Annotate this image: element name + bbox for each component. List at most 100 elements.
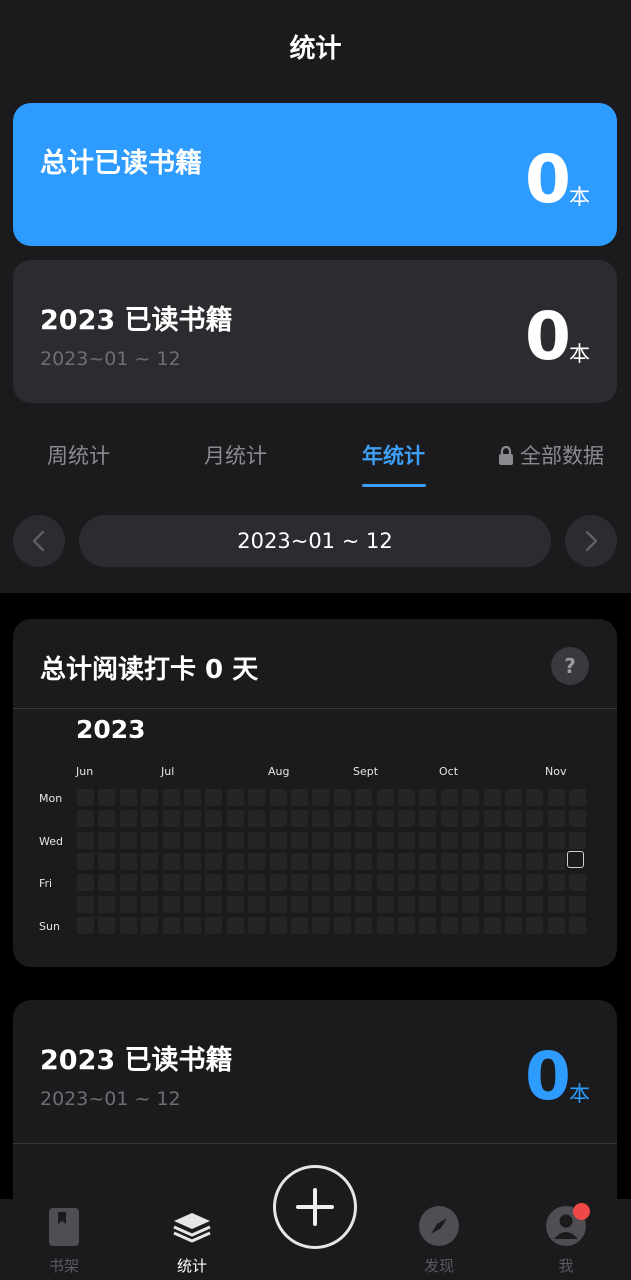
heatmap-cell xyxy=(162,789,180,806)
heatmap-cell xyxy=(184,852,201,870)
heatmap-cell xyxy=(312,789,330,806)
compass-icon xyxy=(419,1206,459,1246)
heatmap-cell xyxy=(184,916,201,934)
month-label: Jun xyxy=(76,765,94,778)
tab-yearly[interactable]: 年统计 xyxy=(362,440,425,470)
notification-badge xyxy=(573,1203,590,1220)
tab-weekly[interactable]: 周统计 xyxy=(47,440,110,470)
heatmap-cell xyxy=(269,916,287,934)
page-title: 统计 xyxy=(289,34,342,64)
heatmap-cell xyxy=(462,852,480,870)
bookshelf-icon xyxy=(49,1208,79,1246)
heatmap-cell xyxy=(505,810,522,828)
heatmap-cell xyxy=(291,810,308,828)
heatmap-cell xyxy=(291,874,308,892)
heatmap-cell xyxy=(462,810,480,828)
nav-item-bookshelf[interactable]: 书架 xyxy=(14,1199,114,1280)
heatmap-cell xyxy=(376,895,394,913)
heatmap-cell xyxy=(248,810,266,828)
heatmap-cell xyxy=(248,831,266,849)
heatmap-cell xyxy=(248,916,266,934)
chevron-right-icon xyxy=(585,530,598,552)
heatmap-cell xyxy=(205,852,223,870)
add-button[interactable] xyxy=(273,1165,357,1249)
year-read-unit: 本 xyxy=(569,342,590,366)
heatmap-cell xyxy=(226,852,244,870)
heatmap-cell xyxy=(269,831,287,849)
help-button[interactable]: ? xyxy=(551,647,589,685)
heatmap-cell xyxy=(376,852,394,870)
heatmap-cell xyxy=(269,895,287,913)
heatmap-cell xyxy=(248,852,266,870)
heatmap-cell xyxy=(505,789,522,806)
checkin-title: 总计阅读打卡 0 天 xyxy=(40,655,259,685)
heatmap-cell xyxy=(98,874,116,892)
heatmap-cell xyxy=(333,874,351,892)
heatmap-cell xyxy=(162,895,180,913)
heatmap-cell xyxy=(440,789,458,806)
heatmap-cell xyxy=(226,810,244,828)
month-label: Oct xyxy=(439,765,459,778)
heatmap-cell xyxy=(77,831,94,849)
heatmap-cell xyxy=(162,916,180,934)
nav-item-discover[interactable]: 发现 xyxy=(389,1199,489,1280)
nav-item-stats[interactable]: 统计 xyxy=(142,1199,242,1280)
heatmap-cell xyxy=(440,895,458,913)
heatmap-cell xyxy=(291,831,308,849)
nav-item-me[interactable]: 我 xyxy=(516,1199,616,1280)
heatmap-cell xyxy=(77,895,94,913)
heatmap-cell xyxy=(569,874,587,892)
heatmap-cell xyxy=(547,895,565,913)
next-period-button[interactable] xyxy=(565,515,617,567)
heatmap-cell xyxy=(248,895,266,913)
heatmap-cell xyxy=(547,789,565,806)
heatmap-cell xyxy=(184,895,201,913)
heatmap-cell xyxy=(376,831,394,849)
heatmap-cell xyxy=(98,831,116,849)
heatmap-cell xyxy=(162,852,180,870)
heatmap-cell xyxy=(333,916,351,934)
heatmap-cell xyxy=(569,810,587,828)
heatmap-cell xyxy=(119,831,137,849)
heatmap-cell xyxy=(462,789,480,806)
heatmap-cell xyxy=(419,895,437,913)
heatmap-cell xyxy=(483,852,501,870)
year-read-title-2: 2023 已读书籍 xyxy=(40,1045,233,1076)
period-range-display[interactable]: 2023~01 ~ 12 xyxy=(79,515,551,567)
heatmap-cell xyxy=(419,874,437,892)
heatmap-year: 2023 xyxy=(76,715,146,744)
heatmap-cell xyxy=(526,852,544,870)
heatmap-cell xyxy=(483,916,501,934)
heatmap-cell xyxy=(119,874,137,892)
heatmap-cell xyxy=(141,789,159,806)
heatmap-cell xyxy=(333,789,351,806)
heatmap-cell xyxy=(269,852,287,870)
heatmap-cell xyxy=(312,895,330,913)
heatmap-cell xyxy=(226,916,244,934)
heatmap-cell xyxy=(205,831,223,849)
tab-all-data[interactable]: 全部数据 xyxy=(498,440,604,470)
today-cell[interactable] xyxy=(567,851,584,868)
heatmap-cell xyxy=(141,810,159,828)
total-read-card[interactable]: 总计已读书籍 0 本 xyxy=(13,103,617,246)
heatmap-cell xyxy=(77,916,94,934)
nav-label: 发现 xyxy=(423,1257,454,1275)
heatmap-cell xyxy=(398,895,415,913)
heatmap-cell xyxy=(248,874,266,892)
heatmap-cell xyxy=(333,810,351,828)
weekday-label: Mon xyxy=(39,792,63,805)
heatmap-cell xyxy=(398,831,415,849)
heatmap-cell xyxy=(269,874,287,892)
heatmap-cell xyxy=(376,874,394,892)
prev-period-button[interactable] xyxy=(13,515,65,567)
heatmap-cell xyxy=(569,789,587,806)
heatmap-cell xyxy=(505,874,522,892)
checkin-divider xyxy=(13,708,617,709)
card-divider xyxy=(13,1143,617,1144)
tab-monthly[interactable]: 月统计 xyxy=(204,440,267,470)
heatmap-cell xyxy=(462,916,480,934)
heatmap-cell xyxy=(269,789,287,806)
year-read-card[interactable]: 2023 已读书籍 2023~01 ~ 12 0 本 xyxy=(13,260,617,403)
heatmap-cell xyxy=(355,874,373,892)
heatmap-cell xyxy=(355,852,373,870)
